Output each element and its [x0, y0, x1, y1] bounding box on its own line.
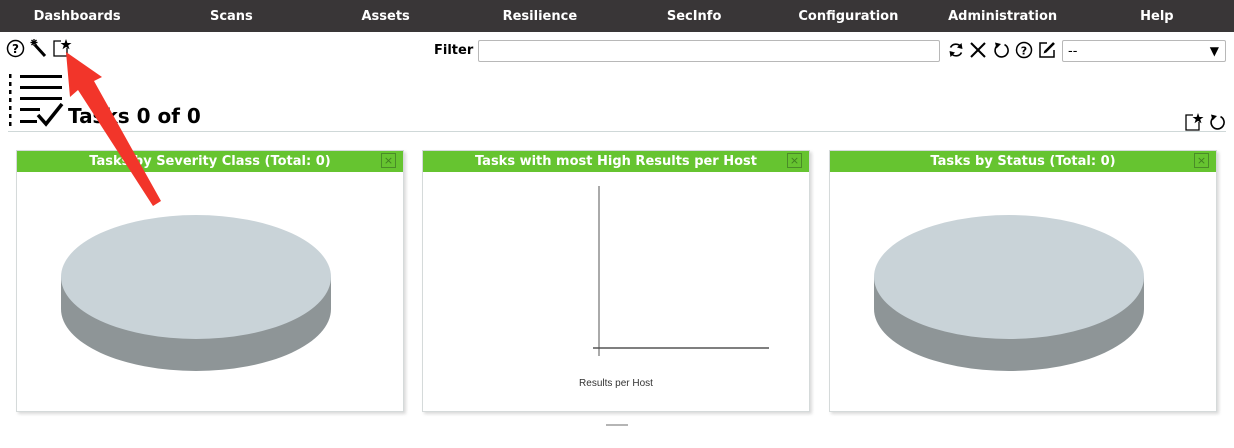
panel-header[interactable]: Tasks with most High Results per Host ×	[423, 151, 809, 172]
high-results-panel: Tasks with most High Results per Host × …	[422, 150, 810, 412]
main-navigation: Dashboards Scans Assets Resilience SecIn…	[0, 0, 1234, 32]
filter-input[interactable]	[478, 40, 940, 62]
task-status-panel: Tasks by Status (Total: 0) ×	[829, 150, 1217, 412]
nav-resilience[interactable]: Resilience	[463, 9, 617, 24]
nav-help[interactable]: Help	[1080, 9, 1234, 24]
nav-scans[interactable]: Scans	[154, 9, 308, 24]
help-icon[interactable]: ?	[6, 39, 25, 62]
panel-header[interactable]: Tasks by Status (Total: 0) ×	[830, 151, 1216, 172]
refresh-icon[interactable]	[947, 41, 965, 63]
section-divider	[8, 131, 1226, 132]
wizard-icon[interactable]	[29, 38, 48, 62]
close-icon[interactable]: ×	[1194, 153, 1209, 168]
clear-icon[interactable]	[969, 41, 987, 63]
svg-text:?: ?	[1021, 44, 1027, 57]
svg-text:?: ?	[12, 42, 19, 56]
nav-secinfo[interactable]: SecInfo	[617, 9, 771, 24]
page-title: Tasks 0 of 0	[68, 104, 201, 128]
pie-top	[874, 215, 1144, 339]
nav-assets[interactable]: Assets	[309, 9, 463, 24]
status-pie-chart	[874, 215, 1144, 371]
pie-top	[61, 215, 331, 339]
tasks-list-icon	[6, 71, 66, 135]
panel-header[interactable]: Tasks by Severity Class (Total: 0) ×	[17, 151, 403, 172]
close-icon[interactable]: ×	[787, 153, 802, 168]
filter-select-value: --	[1068, 43, 1078, 59]
close-icon[interactable]: ×	[381, 153, 396, 168]
high-results-bar-chart	[593, 186, 769, 356]
severity-class-panel: Tasks by Severity Class (Total: 0) ×	[16, 150, 404, 412]
reset-icon[interactable]	[992, 41, 1010, 63]
nav-administration[interactable]: Administration	[926, 9, 1080, 24]
dashboard-resize-handle[interactable]	[606, 424, 628, 426]
chevron-down-icon: ▼	[1209, 44, 1219, 58]
panel-title: Tasks by Severity Class (Total: 0)	[89, 154, 331, 169]
nav-dashboards[interactable]: Dashboards	[0, 9, 154, 24]
panel-title: Tasks by Status (Total: 0)	[930, 154, 1116, 169]
panel-title: Tasks with most High Results per Host	[474, 154, 758, 169]
severity-pie-chart	[61, 215, 331, 371]
filter-select[interactable]: -- ▼	[1062, 40, 1226, 62]
x-axis-label: Results per Host	[579, 378, 653, 389]
filter-help-icon[interactable]: ?	[1015, 41, 1033, 63]
new-task-icon[interactable]	[52, 38, 72, 62]
new-dashboard-display-icon[interactable]	[1184, 112, 1204, 136]
edit-filter-icon[interactable]	[1038, 40, 1057, 63]
filter-label: Filter	[434, 43, 474, 58]
nav-configuration[interactable]: Configuration	[771, 9, 925, 24]
